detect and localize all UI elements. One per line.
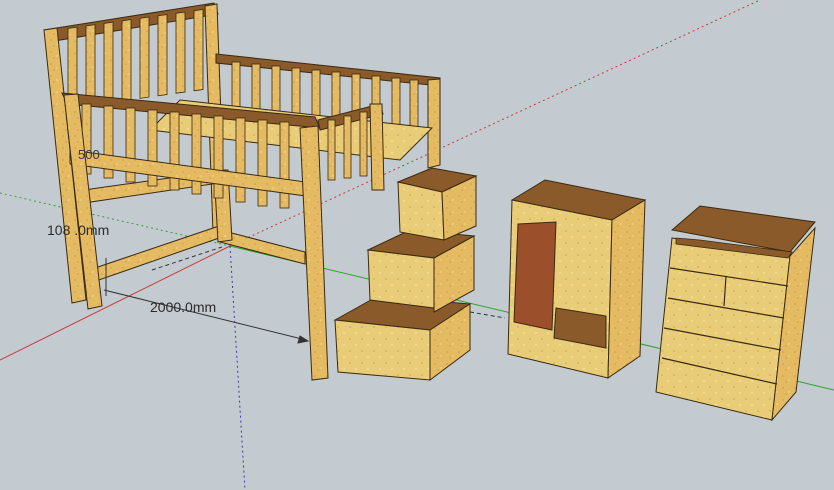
3d-scene[interactable] (0, 0, 834, 490)
lower-rail-front (94, 224, 223, 282)
blue-axis-dotted (229, 245, 246, 490)
chest-of-drawers[interactable] (655, 205, 816, 422)
step-storage[interactable] (333, 167, 478, 381)
bed-side-rail-top (215, 53, 441, 87)
end-guard-slats (327, 111, 368, 181)
length-dimension-label: 2000.0mm (150, 299, 217, 315)
step-2-front (367, 249, 435, 309)
chest-front (655, 237, 791, 421)
wardrobe-side (607, 199, 646, 379)
height-dimension-label: 108 .0mm (47, 222, 110, 238)
wardrobe[interactable] (507, 179, 647, 379)
end-guard-post (369, 103, 385, 191)
length-dimension-line (103, 289, 307, 341)
sketchup-viewport[interactable]: 108 .0mm 2000.0mm 500 (0, 0, 834, 490)
length-arrow (297, 335, 310, 344)
small-dimension-label: 500 (78, 147, 100, 162)
step-3-front (397, 181, 445, 241)
step-1-front (334, 319, 431, 381)
wardrobe-door (513, 221, 557, 331)
bed-post-back-far (427, 78, 441, 169)
dashed-guide-right (469, 311, 506, 319)
